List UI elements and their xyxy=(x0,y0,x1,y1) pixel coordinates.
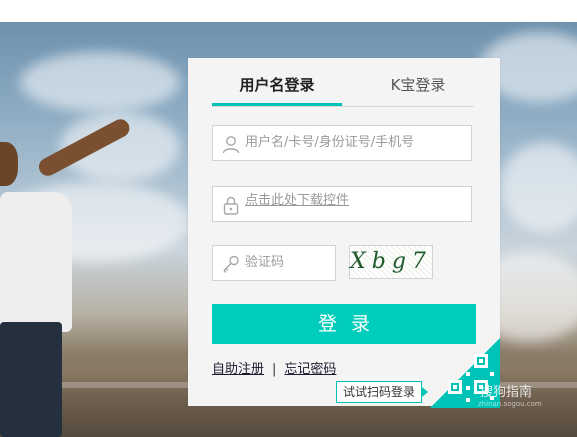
username-input[interactable] xyxy=(245,126,465,160)
forgot-password-link[interactable]: 忘记密码 xyxy=(284,362,336,377)
password-control-field: 点击此处下载控件 xyxy=(212,186,472,222)
qr-login-tip[interactable]: 试试扫码登录 xyxy=(336,381,429,403)
person-body xyxy=(0,192,72,332)
key-icon xyxy=(221,254,241,274)
watermark-url: zhinan.sogou.com xyxy=(478,400,542,408)
user-icon xyxy=(221,134,241,154)
person-head xyxy=(0,142,18,186)
captcha-input[interactable] xyxy=(245,246,329,280)
tab-k-token-login[interactable]: K宝登录 xyxy=(362,72,474,104)
captcha-field[interactable] xyxy=(212,245,336,281)
tab-username-login[interactable]: 用户名登录 xyxy=(212,72,342,106)
lock-icon xyxy=(221,195,241,215)
footer-links: 自助注册 | 忘记密码 xyxy=(212,358,336,377)
register-link[interactable]: 自助注册 xyxy=(212,362,264,377)
watermark-text: 搜狗指南 xyxy=(480,385,533,400)
download-control-link[interactable]: 点击此处下载控件 xyxy=(245,189,349,223)
login-tabs: 用户名登录 K宝登录 xyxy=(212,72,474,107)
captcha-image[interactable]: Xbg7 xyxy=(349,245,433,279)
person-legs xyxy=(0,322,62,437)
username-field[interactable] xyxy=(212,125,472,161)
link-separator: | xyxy=(272,362,277,377)
